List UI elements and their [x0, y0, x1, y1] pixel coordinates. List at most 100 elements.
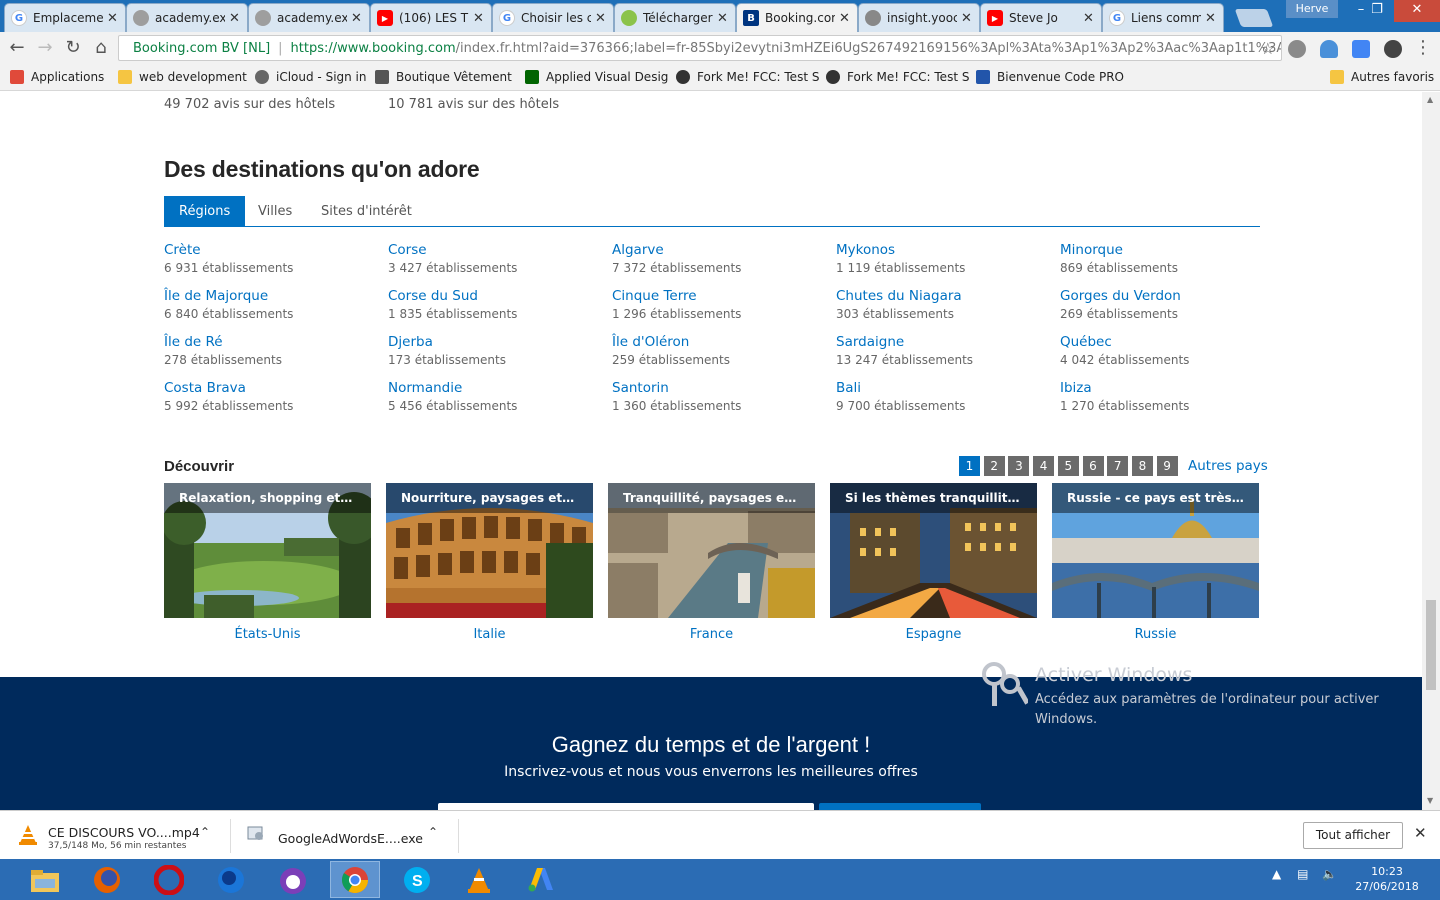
- country-card-spain[interactable]: Si les thèmes tranquillité, no... Espagn…: [830, 483, 1037, 642]
- page-scrollbar[interactable]: ▲ ▼: [1422, 92, 1440, 810]
- browser-tab[interactable]: academy.ex ✕: [248, 3, 370, 32]
- destination-link[interactable]: Santorin: [612, 379, 832, 397]
- browser-tab[interactable]: G Liens comm ✕: [1102, 3, 1224, 32]
- cat-app-icon[interactable]: [268, 861, 318, 898]
- tab-close-icon[interactable]: ✕: [717, 11, 729, 26]
- bookmark-item[interactable]: Boutique Vêtement: [375, 70, 512, 84]
- country-name[interactable]: Russie: [1052, 627, 1259, 642]
- destination-link[interactable]: Djerba: [388, 333, 608, 351]
- browser-tab[interactable]: insight.yooc ✕: [858, 3, 980, 32]
- country-card-usa[interactable]: Relaxation, shopping et resta... États-U…: [164, 483, 371, 642]
- scroll-down-icon[interactable]: ▼: [1427, 796, 1433, 805]
- close-icon[interactable]: ✕: [1414, 824, 1427, 842]
- destination-link[interactable]: Île de Ré: [164, 333, 384, 351]
- vlc-icon[interactable]: [454, 861, 504, 898]
- browser-tab[interactable]: B Booking.com ✕: [736, 3, 858, 32]
- adwords-icon[interactable]: [516, 861, 566, 898]
- tab-close-icon[interactable]: ✕: [107, 11, 119, 26]
- country-name[interactable]: États-Unis: [164, 627, 371, 642]
- window-close-button[interactable]: ✕: [1394, 0, 1440, 22]
- chrome-icon[interactable]: [330, 861, 380, 898]
- subscribe-button[interactable]: [819, 803, 981, 810]
- tab-close-icon[interactable]: ✕: [595, 11, 607, 26]
- skype-icon[interactable]: S: [392, 861, 442, 898]
- bookmark-item[interactable]: Fork Me! FCC: Test S: [676, 70, 819, 84]
- destination-link[interactable]: Corse: [388, 241, 608, 259]
- bookmark-item[interactable]: Applied Visual Desig: [525, 70, 668, 84]
- clock[interactable]: 10:23 27/06/2018: [1352, 864, 1422, 894]
- destination-link[interactable]: Algarve: [612, 241, 832, 259]
- destination-link[interactable]: Corse du Sud: [388, 287, 608, 305]
- chevron-up-icon[interactable]: ⌃: [428, 825, 438, 839]
- destination-link[interactable]: Normandie: [388, 379, 608, 397]
- bookmark-item[interactable]: Applications: [10, 70, 104, 84]
- home-icon[interactable]: ⌂: [90, 37, 112, 59]
- browser-menu-icon[interactable]: ⋮: [1414, 37, 1432, 58]
- browser-tab[interactable]: ▶ Steve Jo ✕: [980, 3, 1102, 32]
- destination-link[interactable]: Québec: [1060, 333, 1280, 351]
- other-bookmarks[interactable]: Autres favoris: [1330, 70, 1434, 84]
- reload-icon[interactable]: ↻: [62, 37, 84, 59]
- browser-tab[interactable]: Télécharger ✕: [614, 3, 736, 32]
- destination-link[interactable]: Cinque Terre: [612, 287, 832, 305]
- destination-link[interactable]: Crète: [164, 241, 384, 259]
- tab-villes[interactable]: Villes: [243, 196, 307, 227]
- tab-sites[interactable]: Sites d'intérêt: [306, 196, 427, 227]
- download-item[interactable]: CE DISCOURS VO....mp4 37,5/148 Mo, 56 mi…: [0, 811, 230, 860]
- explorer-icon[interactable]: [20, 861, 70, 898]
- page-button[interactable]: 8: [1131, 456, 1153, 476]
- bookmark-item[interactable]: Bienvenue Code PRO: [976, 70, 1124, 84]
- bookmark-item[interactable]: Fork Me! FCC: Test S: [826, 70, 969, 84]
- new-tab-button[interactable]: [1234, 9, 1274, 27]
- country-card-italy[interactable]: Nourriture, paysages et vieill... Italie: [386, 483, 593, 642]
- country-name[interactable]: France: [608, 627, 815, 642]
- show-hidden-icons[interactable]: ▲: [1272, 867, 1281, 881]
- opera-icon[interactable]: [144, 861, 194, 898]
- cloud-extension-icon[interactable]: [1320, 40, 1338, 58]
- bookmark-star-icon[interactable]: ☆: [1261, 39, 1275, 58]
- page-button[interactable]: 9: [1156, 456, 1178, 476]
- browser-tab[interactable]: academy.ex ✕: [126, 3, 248, 32]
- browser-tab[interactable]: ▶ (106) LES TE ✕: [370, 3, 492, 32]
- destination-link[interactable]: Chutes du Niagara: [836, 287, 1056, 305]
- scroll-up-icon[interactable]: ▲: [1427, 95, 1433, 104]
- tab-regions[interactable]: Régions: [164, 196, 246, 227]
- page-button[interactable]: 5: [1057, 456, 1079, 476]
- chevron-up-icon[interactable]: ⌃: [200, 825, 210, 839]
- browser-tab[interactable]: G Emplacement ✕: [4, 3, 126, 32]
- address-bar[interactable]: Booking.com BV [NL] | https://www.bookin…: [118, 35, 1282, 61]
- country-name[interactable]: Italie: [386, 627, 593, 642]
- destination-link[interactable]: Gorges du Verdon: [1060, 287, 1280, 305]
- tab-close-icon[interactable]: ✕: [473, 11, 485, 26]
- tab-close-icon[interactable]: ✕: [351, 11, 363, 26]
- translate-icon[interactable]: [1352, 40, 1370, 58]
- tab-close-icon[interactable]: ✕: [839, 11, 851, 26]
- sync-extension-icon[interactable]: [1384, 40, 1402, 58]
- country-card-russia[interactable]: Russie - ce pays est très appr... Russie: [1052, 483, 1259, 642]
- forward-icon[interactable]: →: [34, 37, 56, 59]
- page-button[interactable]: 2: [983, 456, 1005, 476]
- country-name[interactable]: Espagne: [830, 627, 1037, 642]
- tab-close-icon[interactable]: ✕: [1083, 11, 1095, 26]
- firefox-icon[interactable]: [82, 861, 132, 898]
- bookmark-item[interactable]: iCloud - Sign in: [255, 70, 367, 84]
- tab-close-icon[interactable]: ✕: [961, 11, 973, 26]
- scrollbar-thumb[interactable]: [1426, 600, 1436, 690]
- network-icon[interactable]: ▤: [1297, 867, 1308, 881]
- page-button[interactable]: 3: [1008, 456, 1030, 476]
- other-countries-link[interactable]: Autres pays: [1188, 458, 1268, 474]
- country-card-france[interactable]: Tranquillité, paysages et vieill... Fran…: [608, 483, 815, 642]
- destination-link[interactable]: Bali: [836, 379, 1056, 397]
- page-button[interactable]: 6: [1082, 456, 1104, 476]
- tab-close-icon[interactable]: ✕: [1205, 11, 1217, 26]
- destination-link[interactable]: Mykonos: [836, 241, 1056, 259]
- destination-link[interactable]: Minorque: [1060, 241, 1280, 259]
- extension-icon[interactable]: [1288, 40, 1306, 58]
- volume-icon[interactable]: 🔈: [1322, 867, 1337, 881]
- show-all-downloads-button[interactable]: Tout afficher: [1303, 822, 1403, 849]
- newsletter-email-input[interactable]: [438, 803, 814, 810]
- destination-link[interactable]: Ibiza: [1060, 379, 1280, 397]
- tab-close-icon[interactable]: ✕: [229, 11, 241, 26]
- destination-link[interactable]: Île de Majorque: [164, 287, 384, 305]
- bookmark-item[interactable]: web development: [118, 70, 247, 84]
